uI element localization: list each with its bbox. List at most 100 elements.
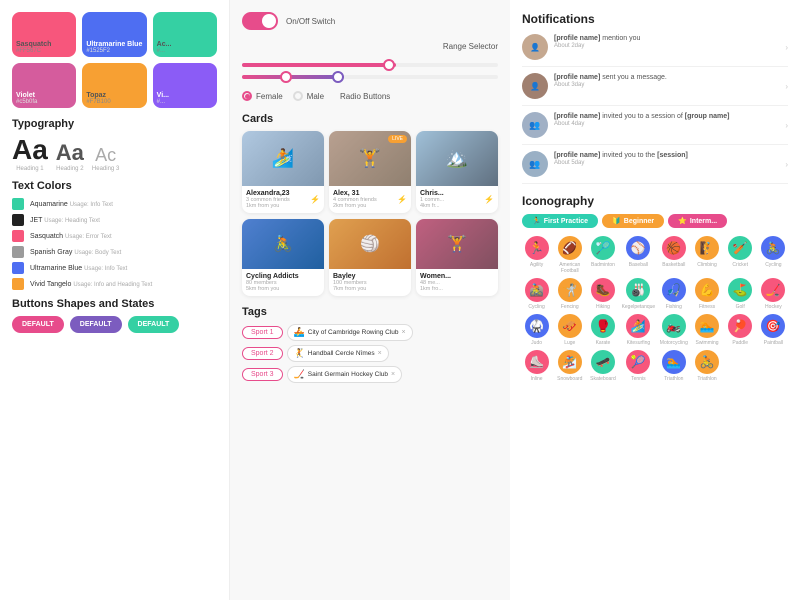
icon-label-golf: Golf: [736, 304, 745, 310]
lightning-icon-2: ⚡: [397, 195, 407, 204]
swatch-name: Ac...: [157, 41, 213, 48]
icon-label-climbing: Climbing: [697, 262, 716, 268]
notif-primary-1: [profile name] mention you: [554, 34, 779, 43]
tag-value-1[interactable]: 🚣 City of Cambridge Rowing Club ×: [287, 324, 413, 341]
icon-label-motorcycling: Motorcycling: [660, 340, 688, 346]
text-color-aquamarine-label: Aquamarine Usage: Info Text: [30, 201, 113, 208]
icon-label-football: American Football: [555, 262, 584, 274]
tag-value-3[interactable]: 🏒 Saint Germain Hockey Club ×: [287, 366, 403, 383]
notif-primary-3: [profile name] invited you to a session …: [554, 112, 779, 121]
group-card-3[interactable]: 🏋️ Women... 48 me... 1km fro...: [416, 219, 498, 296]
card-body-2: Alex, 31 4 common friends 2km from you ⚡: [329, 186, 411, 213]
icon-paddle: 🏓 Paddle: [726, 314, 755, 346]
card-name-3: Chris...: [420, 190, 444, 197]
card-distance-1: 1km from you: [246, 203, 290, 209]
notif-primary-2: [profile name] sent you a message.: [554, 73, 779, 82]
icon-cycling: 🚴 Cycling: [759, 236, 788, 274]
icon-circle-cricket: 🏏: [728, 236, 752, 260]
right-panel: Notifications 👤 [profile name] mention y…: [510, 0, 800, 600]
radio-female[interactable]: Female: [242, 91, 283, 101]
range-track-2[interactable]: [242, 75, 498, 79]
group-card-1[interactable]: 🚴 Cycling Addicts 80 members 5km from yo…: [242, 219, 324, 296]
icon-label-hockey: Hockey: [765, 304, 782, 310]
radio-male[interactable]: Male: [293, 91, 324, 101]
middle-panel: On/Off Switch Range Selector Female Male…: [230, 0, 510, 600]
tag-label-2: Sport 2: [242, 347, 283, 360]
notif-item-3[interactable]: 👥 [profile name] invited you to a sessio…: [522, 112, 788, 145]
filter-label-3: Interm...: [690, 218, 717, 225]
icon-circle-swimming: 🏊: [695, 314, 719, 338]
icon-fencing: 🤺 Fencing: [555, 278, 584, 310]
filter-intermediate[interactable]: ⭐ Interm...: [668, 214, 727, 228]
range-thumb-1[interactable]: [383, 59, 395, 71]
button-default-purple[interactable]: DEFAULT: [70, 316, 122, 333]
switch-row: On/Off Switch: [242, 12, 498, 30]
radio-label-female: Female: [256, 92, 283, 101]
notif-text-4: [profile name] invited you to the [sessi…: [554, 151, 779, 166]
button-default-pink[interactable]: DEFAULT: [12, 316, 64, 333]
heading-3-text: Ac: [92, 146, 119, 164]
filter-beginner[interactable]: 🔰 Beginner: [602, 214, 664, 228]
notif-time-2: About 3day: [554, 82, 779, 88]
group-card-2[interactable]: 🏐 Bayley 100 members 7km from you: [329, 219, 411, 296]
text-color-tangelo: Vivid Tangelo Usage: Info and Heading Te…: [12, 278, 217, 290]
icon-circle-hiking: 🥾: [591, 278, 615, 302]
heading-3: Ac Heading 3: [92, 146, 119, 172]
icon-label-skateboard: Skateboard: [590, 376, 616, 382]
tag-remove-3[interactable]: ×: [391, 371, 395, 378]
notif-item-4[interactable]: 👥 [profile name] invited you to the [ses…: [522, 151, 788, 184]
icon-karate: 🥊 Karate: [588, 314, 617, 346]
button-default-teal[interactable]: DEFAULT: [128, 316, 180, 333]
heading-1: Aa Heading 1: [12, 136, 48, 172]
tag-value-2[interactable]: 🤾 Handball Cercle Nîmes ×: [287, 345, 389, 362]
filter-first-practice[interactable]: 🏃 First Practice: [522, 214, 598, 228]
person-card-2[interactable]: 🏋️ LIVE Alex, 31 4 common friends 2km fr…: [329, 131, 411, 213]
tag-remove-2[interactable]: ×: [378, 350, 382, 357]
icons-grid: 🏃 Agility 🏈 American Football 🏸 Badminto…: [522, 236, 788, 382]
notif-avatar-2: 👤: [522, 73, 548, 99]
swatch-violet: Violet #c5b0fa: [12, 63, 76, 108]
icon-label-karate: Karate: [596, 340, 611, 346]
range-track-1[interactable]: [242, 63, 498, 67]
group-name-3: Women...: [420, 273, 494, 280]
icon-label-hiking: Hiking: [596, 304, 610, 310]
tag-icon-hockey: 🏒: [294, 369, 305, 380]
range-thumb-right[interactable]: [332, 71, 344, 83]
icon-fishing: 🎣 Fishing: [659, 278, 688, 310]
swatch-name: Ultramarine Blue: [86, 41, 142, 48]
tag-row-3: Sport 3 🏒 Saint Germain Hockey Club ×: [242, 366, 498, 383]
swatch-name: Violet: [16, 92, 72, 99]
card-body-1: Alexandra,23 3 common friends 1km from y…: [242, 186, 324, 213]
card-distance-2: 2km from you: [333, 203, 377, 209]
icon-label-cricket: Cricket: [732, 262, 748, 268]
range-thumb-left[interactable]: [280, 71, 292, 83]
toggle-switch[interactable]: [242, 12, 278, 30]
icon-circle-luge: 🛷: [558, 314, 582, 338]
icon-fitness: 💪 Fitness: [692, 278, 721, 310]
text-color-spanish-gray: Spanish Gray Usage: Body Text: [12, 246, 217, 258]
icon-label-cycling2: Cycling: [528, 304, 544, 310]
person-card-1[interactable]: 🏄 Alexandra,23 3 common friends 1km from…: [242, 131, 324, 213]
filter-label-2: Beginner: [624, 218, 654, 225]
group-img-1: 🚴: [242, 219, 324, 269]
typography-row: Aa Heading 1 Aa Heading 2 Ac Heading 3: [12, 136, 217, 172]
icon-golf: ⛳ Golf: [726, 278, 755, 310]
icon-circle-cycling: 🚴: [761, 236, 785, 260]
icon-label-paintball: Paintball: [764, 340, 783, 346]
notif-arrow-4: ›: [785, 160, 788, 169]
filter-label-1: First Practice: [544, 218, 588, 225]
tag-remove-1[interactable]: ×: [401, 329, 405, 336]
icon-circle-football: 🏈: [558, 236, 582, 260]
notif-item-2[interactable]: 👤 [profile name] sent you a message. Abo…: [522, 73, 788, 106]
icon-filter-row: 🏃 First Practice 🔰 Beginner ⭐ Interm...: [522, 214, 788, 228]
notif-item-1[interactable]: 👤 [profile name] mention you About 2day …: [522, 34, 788, 67]
icon-kitesurfing: 🏄 Kitesurfing: [622, 314, 656, 346]
color-swatches: Sasquatch #FF567C Ultramarine Blue #1525…: [12, 12, 217, 108]
icon-circle-petanque: 🎳: [626, 278, 650, 302]
card-img-2: 🏋️ LIVE: [329, 131, 411, 186]
color-dot-tangelo: [12, 278, 24, 290]
icon-skateboard: 🛹 Skateboard: [588, 350, 617, 382]
person-card-3[interactable]: 🏔️ Chris... 1 comm... 4km fr... ⚡: [416, 131, 498, 213]
text-color-jet: JET Usage: Heading Text: [12, 214, 217, 226]
icon-label-paddle: Paddle: [732, 340, 748, 346]
